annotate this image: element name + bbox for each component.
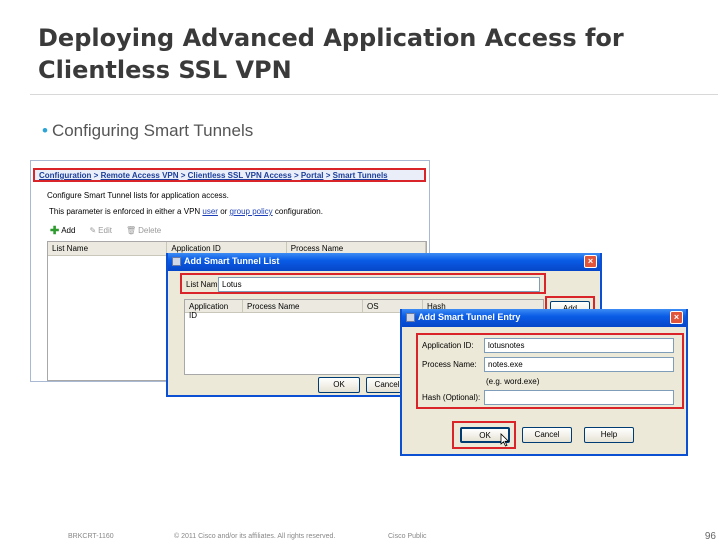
add-smart-tunnel-entry-dialog: Add Smart Tunnel Entry × Application ID:…	[400, 309, 688, 456]
column-header-list-name[interactable]: List Name	[48, 242, 168, 255]
edit-icon: ✎	[89, 226, 97, 235]
edit-button[interactable]: ✎ Edit	[86, 225, 115, 236]
cancel-button[interactable]: Cancel	[522, 427, 572, 443]
page-number: 96	[704, 531, 716, 542]
add-button[interactable]: ✚ Add	[47, 223, 78, 238]
breadcrumb-remote-access-vpn[interactable]: Remote Access VPN	[101, 171, 179, 180]
breadcrumb-smart-tunnels[interactable]: Smart Tunnels	[333, 171, 388, 180]
breadcrumb-configuration[interactable]: Configuration	[39, 171, 91, 180]
slide-title-line1: Deploying Advanced Application Access fo…	[38, 24, 624, 52]
breadcrumb-sep: >	[291, 171, 301, 180]
user-link[interactable]: user	[202, 207, 218, 216]
list-toolbar: ✚ Add ✎ Edit 🗑 Delete	[47, 223, 164, 238]
breadcrumb-portal[interactable]: Portal	[301, 171, 324, 180]
add-button-label: Add	[61, 226, 76, 235]
dialog-title: Add Smart Tunnel Entry	[418, 312, 521, 322]
enforcement-text: This parameter is enforced in either a V…	[49, 207, 323, 216]
enforcement-text-mid: or	[217, 207, 230, 216]
dialog-title-bar: Add Smart Tunnel List ×	[168, 253, 600, 271]
window-icon	[406, 313, 415, 322]
breadcrumb-sep: >	[178, 171, 188, 180]
dialog-title-bar: Add Smart Tunnel Entry ×	[402, 309, 686, 327]
enforcement-text-post: configuration.	[272, 207, 323, 216]
ok-button[interactable]: OK	[318, 377, 360, 393]
slide-title-line2: Clientless SSL VPN	[38, 56, 292, 84]
column-header-process-name[interactable]: Process Name	[243, 300, 363, 312]
trash-icon: 🗑	[125, 226, 137, 235]
edit-button-label: Edit	[98, 226, 112, 235]
column-header-application-id[interactable]: Application ID	[185, 300, 243, 320]
breadcrumb: Configuration > Remote Access VPN > Clie…	[33, 168, 426, 182]
dialog-title: Add Smart Tunnel List	[184, 256, 280, 266]
description-text: Configure Smart Tunnel lists for applica…	[47, 191, 229, 200]
footer-session-code: BRKCRT-1160	[68, 533, 114, 540]
bullet-dot-icon: •	[42, 121, 48, 140]
window-icon	[172, 257, 181, 266]
breadcrumb-sep: >	[323, 171, 333, 180]
bullet-text: Configuring Smart Tunnels	[51, 121, 254, 140]
footer-copyright: © 2011 Cisco and/or its affiliates. All …	[174, 533, 336, 540]
delete-button-label: Delete	[138, 226, 162, 235]
list-name-highlight	[180, 273, 546, 294]
bullet-item: • Configuring Smart Tunnels	[42, 121, 253, 141]
close-icon[interactable]: ×	[584, 255, 597, 268]
title-divider	[30, 94, 718, 95]
footer-classification: Cisco Public	[388, 533, 427, 540]
entry-fields-highlight	[416, 333, 684, 409]
slide-title: Deploying Advanced Application Access fo…	[38, 22, 708, 86]
breadcrumb-sep: >	[91, 171, 101, 180]
plus-icon: ✚	[50, 225, 60, 237]
enforcement-text-pre: This parameter is enforced in either a V…	[49, 207, 203, 216]
help-button[interactable]: Help	[584, 427, 634, 443]
delete-button[interactable]: 🗑 Delete	[123, 225, 164, 236]
close-icon[interactable]: ×	[670, 311, 683, 324]
breadcrumb-clientless-ssl-vpn-access[interactable]: Clientless SSL VPN Access	[188, 171, 292, 180]
group-policy-link[interactable]: group policy	[230, 207, 273, 216]
mouse-pointer-icon	[500, 433, 510, 447]
